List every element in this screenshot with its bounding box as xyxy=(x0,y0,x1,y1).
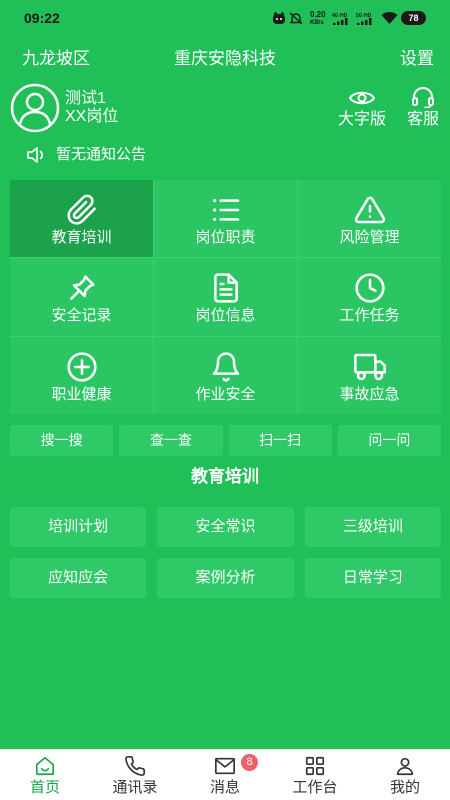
grid-icon xyxy=(305,756,325,776)
nav-label: 首页 xyxy=(29,779,60,796)
list-icon xyxy=(212,199,239,221)
grid-item-label: 岗位职责 xyxy=(195,229,256,246)
grid-item-label: 安全记录 xyxy=(51,307,112,325)
app-notification-icon xyxy=(273,12,285,24)
paperclip-icon xyxy=(66,194,96,225)
person-icon xyxy=(396,757,414,776)
nav-label: 我的 xyxy=(389,779,420,796)
clock-icon xyxy=(354,273,385,303)
training-plan-button[interactable]: 培训计划 xyxy=(10,507,147,547)
truck-icon xyxy=(353,353,386,380)
grid-item-accident-emergency[interactable]: 事故应急 xyxy=(298,336,441,414)
ask-button[interactable]: 问一问 xyxy=(337,425,441,456)
large-font-label: 大字版 xyxy=(337,111,386,128)
grid-item-label: 风险管理 xyxy=(339,229,400,246)
section-buttons: 培训计划 安全常识 三级培训 应知应会 案例分析 日常学习 xyxy=(10,507,441,598)
notice-bar[interactable]: 暂无通知公告 xyxy=(20,144,220,166)
speaker-icon xyxy=(27,147,43,163)
mail-icon xyxy=(215,757,235,775)
grid-item-risk-management[interactable]: 风险管理 xyxy=(298,180,441,258)
scan-button[interactable]: 扫一扫 xyxy=(228,425,332,456)
grid-item-job-duties[interactable]: 岗位职责 xyxy=(154,180,297,258)
user-name: 测试1 xyxy=(65,90,106,107)
settings-button[interactable]: 设置 xyxy=(400,49,434,69)
plus-circle-icon xyxy=(66,352,97,382)
phone-icon xyxy=(125,756,145,776)
bottom-nav: 首页 通讯录 8 消息 工作台 我的 xyxy=(0,749,450,800)
notice-text: 暂无通知公告 xyxy=(56,146,147,163)
customer-service-button[interactable]: 客服 xyxy=(402,86,444,132)
nav-item-workbench[interactable]: 工作台 xyxy=(270,750,360,800)
quick-actions: 搜一搜 查一查 扫一扫 问一问 xyxy=(10,425,441,456)
net-speed: 0.20 xyxy=(310,10,326,19)
grid-item-education-training[interactable]: 教育培训 xyxy=(10,180,153,258)
nav-label: 消息 xyxy=(209,779,240,796)
case-analysis-button[interactable]: 案例分析 xyxy=(157,558,294,598)
grid-item-label: 职业健康 xyxy=(51,385,112,403)
district-selector[interactable]: 九龙坡区 xyxy=(22,49,90,69)
net-speed-unit: KB/s xyxy=(310,20,324,26)
daily-learning-button[interactable]: 日常学习 xyxy=(304,558,441,598)
home-icon xyxy=(35,756,55,776)
status-time: 09:22 xyxy=(24,10,60,26)
grid-item-work-tasks[interactable]: 工作任务 xyxy=(298,258,441,336)
required-knowledge-button[interactable]: 应知应会 xyxy=(10,558,147,598)
safety-knowledge-button[interactable]: 安全常识 xyxy=(157,507,294,547)
signal-icon xyxy=(357,18,372,25)
bell-icon xyxy=(212,352,239,382)
nav-label: 工作台 xyxy=(292,779,338,796)
nav-item-mine[interactable]: 我的 xyxy=(360,750,450,800)
grid-item-work-safety[interactable]: 作业安全 xyxy=(154,336,297,414)
nav-item-messages[interactable]: 8 消息 xyxy=(180,750,270,800)
large-font-button[interactable]: 大字版 xyxy=(332,86,392,132)
grid-item-label: 作业安全 xyxy=(195,385,256,403)
nav-item-home[interactable]: 首页 xyxy=(0,750,90,800)
status-bar: 09:22 0.20 KB/s 4G HD 5G HD 78 xyxy=(0,0,450,38)
grid-item-label: 岗位信息 xyxy=(195,307,256,325)
grid-item-label: 工作任务 xyxy=(339,307,400,325)
pin-icon xyxy=(69,275,95,301)
grid-item-job-info[interactable]: 岗位信息 xyxy=(154,258,297,336)
search-button[interactable]: 搜一搜 xyxy=(10,425,114,456)
avatar[interactable] xyxy=(10,83,60,133)
company-title: 重庆安隐科技 xyxy=(174,49,276,68)
warning-icon xyxy=(354,196,385,224)
mute-icon xyxy=(289,12,303,25)
grid-item-label: 教育培训 xyxy=(51,229,112,246)
nav-item-contacts[interactable]: 通讯录 xyxy=(90,750,180,800)
customer-service-label: 客服 xyxy=(406,111,439,128)
message-badge: 8 xyxy=(241,754,258,771)
signal-icon xyxy=(333,18,348,25)
document-icon xyxy=(213,273,238,303)
grid-item-safety-records[interactable]: 安全记录 xyxy=(10,258,153,336)
battery-indicator: 78 xyxy=(401,11,426,25)
user-position: XX岗位 xyxy=(65,108,119,125)
function-grid: 教育培训 岗位职责 风险管理 安全记录 岗位信息 工作任务 职业健康 作业安全 … xyxy=(10,180,441,414)
grid-item-label: 事故应急 xyxy=(339,385,400,403)
wifi-icon xyxy=(381,11,398,24)
grid-item-occupational-health[interactable]: 职业健康 xyxy=(10,336,153,414)
nav-label: 通讯录 xyxy=(112,779,158,796)
headset-icon xyxy=(412,87,434,108)
three-level-training-button[interactable]: 三级培训 xyxy=(304,507,441,547)
section-title: 教育培训 xyxy=(191,467,259,486)
query-button[interactable]: 查一查 xyxy=(119,425,223,456)
eye-icon xyxy=(349,91,375,105)
